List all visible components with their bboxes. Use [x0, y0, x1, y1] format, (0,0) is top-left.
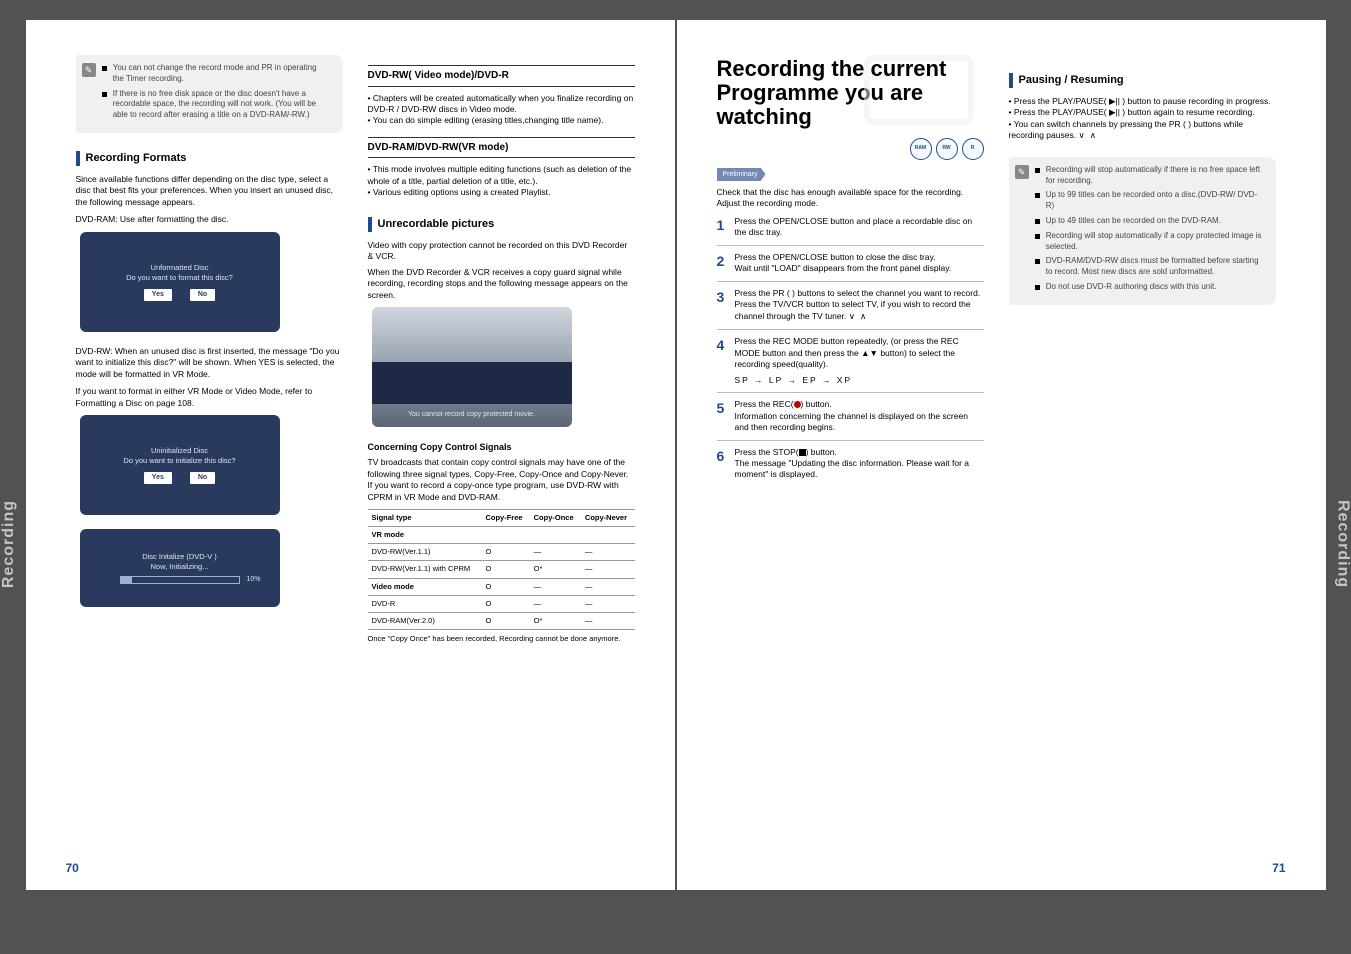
decorative-tv-icon — [864, 55, 974, 125]
yes-button: Yes — [144, 472, 172, 483]
body-text: TV broadcasts that contain copy control … — [368, 457, 635, 503]
disc-icon: R — [962, 138, 984, 160]
bullet-text: • You can do simple editing (erasing tit… — [368, 115, 635, 126]
bullet-text: • Various editing options using a create… — [368, 187, 635, 198]
body-text: Check that the disc has enough available… — [717, 187, 984, 210]
disc-icon: RW — [936, 138, 958, 160]
preliminary-tag: Preliminary — [717, 168, 766, 181]
body-text: When the DVD Recorder & VCR receives a c… — [368, 267, 635, 301]
pencil-icon: ✎ — [82, 63, 96, 77]
page-right: Recording Recording the current Programm… — [677, 20, 1326, 890]
note-text: DVD-RAM/DVD-RW discs must be formatted b… — [1046, 256, 1262, 278]
copy-signal-table: Signal type Copy-Free Copy-Once Copy-Nev… — [368, 509, 635, 630]
bullet-text: • This mode involves multiple editing fu… — [368, 164, 635, 187]
note-text: Recording will stop automatically if a c… — [1046, 231, 1262, 253]
step-2: 2 Press the OPEN/CLOSE button to close t… — [717, 246, 984, 282]
page-number: 71 — [1272, 860, 1285, 876]
note-text: Up to 49 titles can be recorded on the D… — [1046, 216, 1221, 227]
step-3: 3 Press the PR ( ) buttons to select the… — [717, 282, 984, 330]
sub-head-video-mode: DVD-RW( Video mode)/DVD-R — [368, 65, 635, 87]
osd-screen-copyguard: You cannot record copy protected movie. — [372, 307, 572, 427]
step-6: 6 Press the STOP() button.The message "U… — [717, 441, 984, 487]
osd-screen-format: Unformatted Disc Do you want to format t… — [80, 232, 280, 332]
section-pausing: Pausing / Resuming — [1009, 73, 1276, 88]
page-number: 70 — [66, 860, 79, 876]
body-text: DVD-RW: When an unused disc is first ins… — [76, 346, 343, 380]
note-text: Recording will stop automatically if the… — [1046, 165, 1262, 187]
osd-screen-init: Uninitialized Disc Do you want to initia… — [80, 415, 280, 515]
side-tab: Recording — [1332, 500, 1351, 588]
bullet-text: • Press the PLAY/PAUSE( ▶|| ) button to … — [1009, 96, 1276, 107]
step-1: 1 Press the OPEN/CLOSE button and place … — [717, 210, 984, 246]
no-button: No — [190, 472, 215, 483]
note-text: Up to 99 titles can be recorded onto a d… — [1046, 190, 1262, 212]
note-text: If there is no free disk space or the di… — [113, 89, 329, 121]
note-block: ✎ Recording will stop automatically if t… — [1009, 157, 1276, 305]
bullet-text: • You can switch channels by pressing th… — [1009, 119, 1276, 143]
step-5: 5 Press the REC() button.Information con… — [717, 393, 984, 440]
record-icon — [794, 401, 801, 408]
disc-icon: RAM — [910, 138, 932, 160]
section-recording-formats: Recording Formats — [76, 151, 343, 166]
compatible-discs: RAM RW R — [717, 138, 984, 160]
footnote: Once "Copy Once" has been recorded, Reco… — [368, 634, 635, 644]
body-text: Since available functions differ dependi… — [76, 174, 343, 208]
body-text: DVD-RAM: Use after formatting the disc. — [76, 214, 343, 225]
note-text: Do not use DVD-R authoring discs with th… — [1046, 282, 1217, 293]
sub-head-vr-mode: DVD-RAM/DVD-RW(VR mode) — [368, 137, 635, 159]
body-text: Video with copy protection cannot be rec… — [368, 240, 635, 263]
sub-head-copy-control: Concerning Copy Control Signals — [368, 441, 635, 453]
bullet-text: • Chapters will be created automatically… — [368, 93, 635, 116]
body-text: If you want to format in either VR Mode … — [76, 386, 343, 409]
pencil-icon: ✎ — [1015, 165, 1029, 179]
step-4: 4 Press the REC MODE button repeatedly, … — [717, 330, 984, 393]
page-left: Recording ✎ You can not change the recor… — [26, 20, 675, 890]
bullet-text: • Press the PLAY/PAUSE( ▶|| ) button aga… — [1009, 107, 1276, 118]
stop-icon — [799, 449, 806, 456]
osd-screen-progress: Disc Initalize (DVD-V ) Now, Initializin… — [80, 529, 280, 607]
side-tab: Recording — [0, 500, 19, 588]
progress-bar: 10% — [120, 576, 240, 584]
note-block: ✎ You can not change the record mode and… — [76, 55, 343, 133]
no-button: No — [190, 289, 215, 300]
note-text: You can not change the record mode and P… — [113, 63, 329, 85]
yes-button: Yes — [144, 289, 172, 300]
section-unrecordable: Unrecordable pictures — [368, 217, 635, 232]
